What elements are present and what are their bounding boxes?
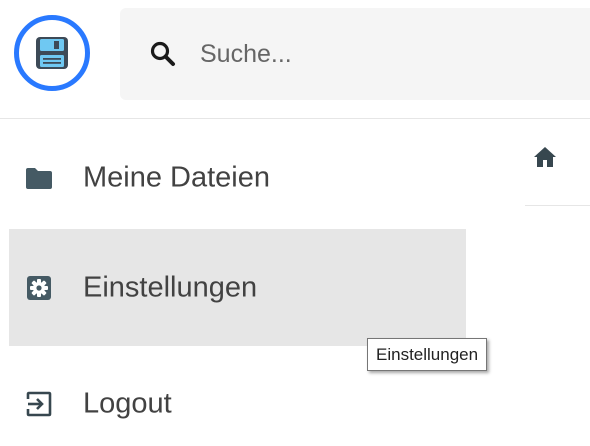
- app-window: Meine Dateien Einstellungen: [0, 0, 590, 446]
- home-icon[interactable]: [533, 145, 557, 169]
- settings-icon: [25, 274, 53, 302]
- header: [0, 0, 590, 119]
- app-logo[interactable]: [14, 15, 90, 91]
- sidebar-item-label: Logout: [83, 387, 172, 419]
- tooltip: Einstellungen: [367, 338, 488, 371]
- sidebar: Meine Dateien Einstellungen Logout: [0, 119, 466, 446]
- folder-icon: [25, 164, 53, 192]
- sidebar-item-einstellungen[interactable]: Einstellungen: [9, 229, 466, 346]
- sidebar-item-label: Einstellungen: [83, 271, 258, 303]
- search-bar: [120, 8, 590, 100]
- logout-icon: [25, 390, 53, 418]
- breadcrumb: [525, 119, 590, 206]
- floppy-disk-icon: [36, 37, 68, 69]
- sidebar-item-meine-dateien[interactable]: Meine Dateien: [9, 119, 466, 236]
- search-icon[interactable]: [149, 40, 177, 68]
- sidebar-item-label: Meine Dateien: [83, 161, 270, 193]
- search-input[interactable]: [200, 32, 580, 76]
